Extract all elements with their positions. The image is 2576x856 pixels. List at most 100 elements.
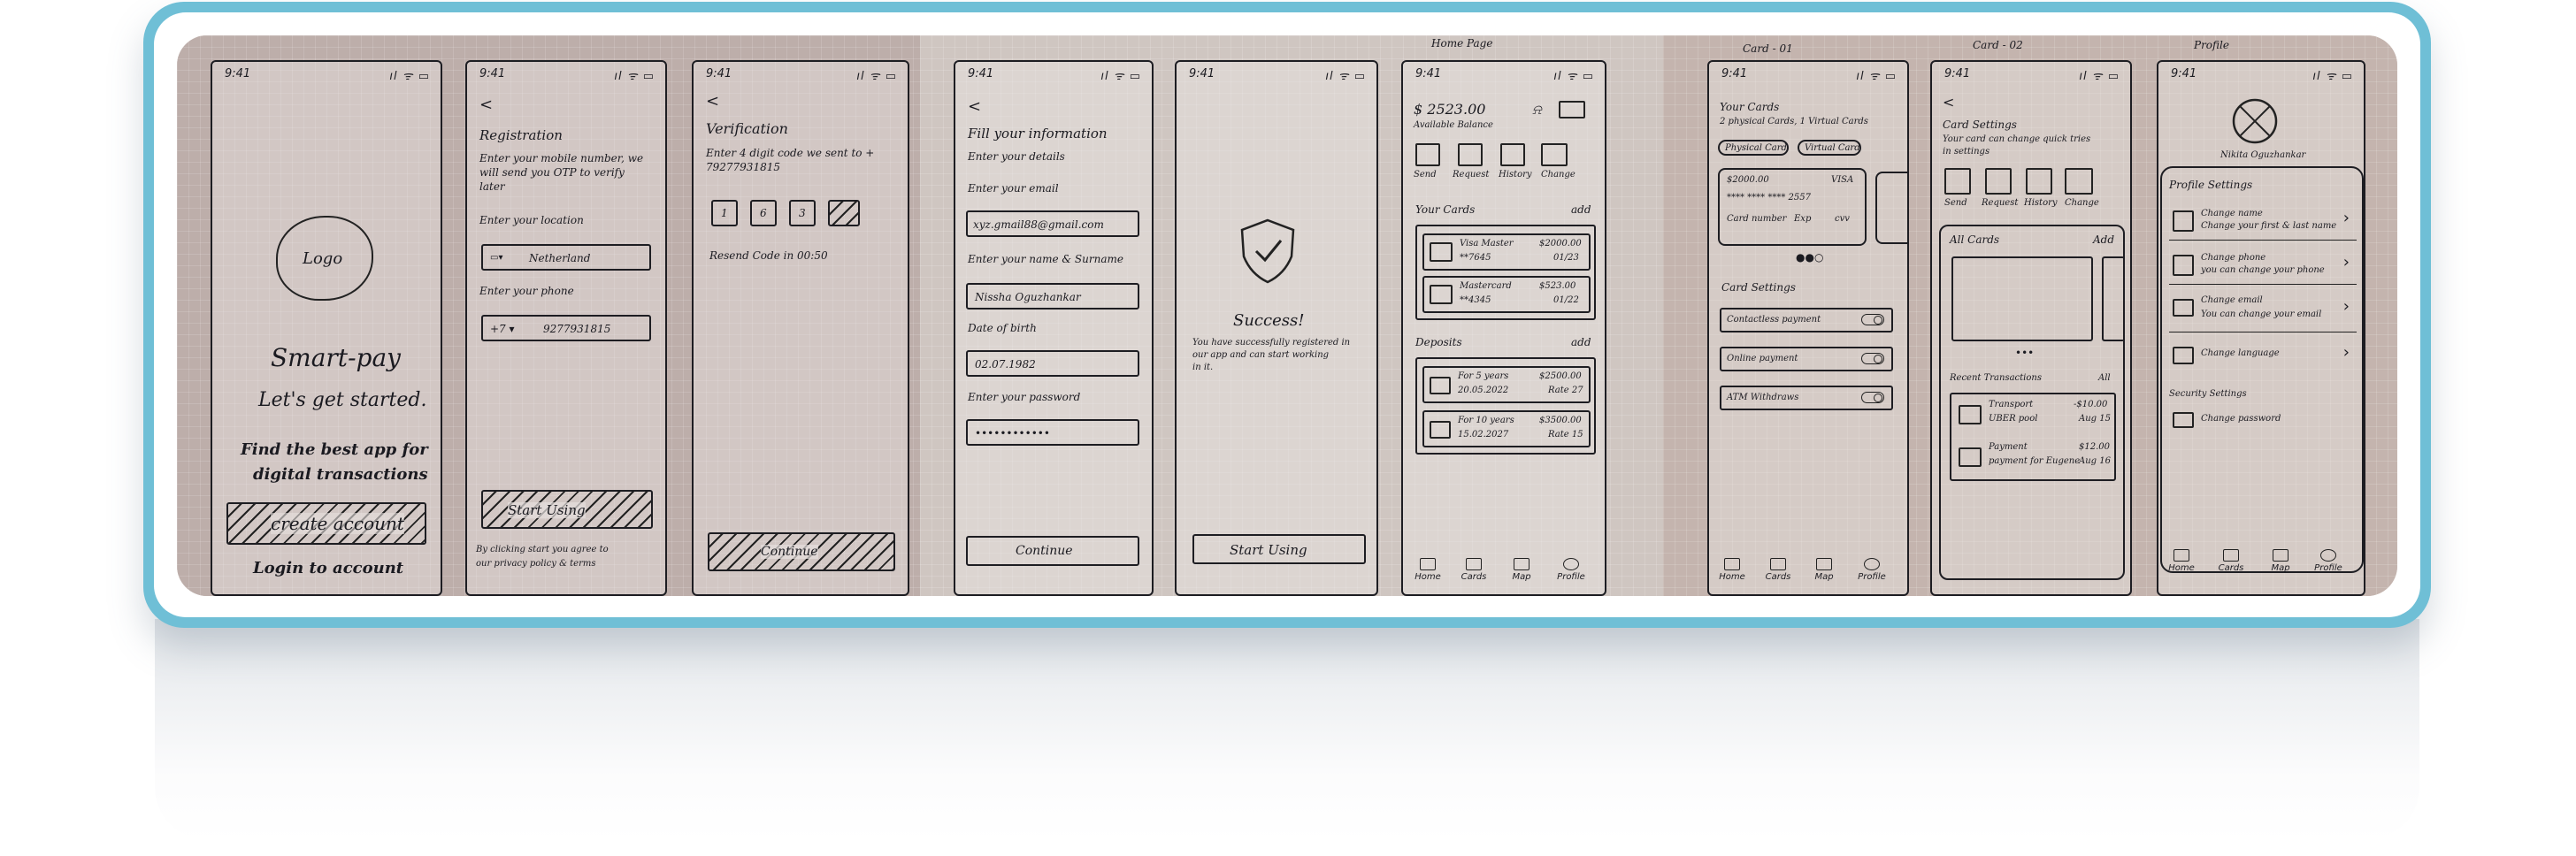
password-field[interactable]: •••••••••••• xyxy=(966,419,1139,446)
continue-button[interactable]: Continue xyxy=(708,532,895,571)
history-icon[interactable] xyxy=(1500,143,1525,166)
card-item[interactable]: Mastercard **4345 $523.00 01/22 xyxy=(1422,276,1591,313)
setting-change-language[interactable]: Change language › xyxy=(2169,341,2357,371)
tab-virtual-card[interactable]: Virtual Card xyxy=(1798,140,1861,156)
avatar[interactable] xyxy=(2231,97,2279,145)
transactions-list: Transport UBER pool -$10.00 Aug 15 Payme… xyxy=(1950,393,2116,481)
nav-home[interactable]: Home xyxy=(1714,558,1750,582)
bottom-nav: Home Cards Map Profile xyxy=(2158,538,2364,573)
deposit-date: 20.05.2022 xyxy=(1458,386,1509,395)
action-history[interactable]: History xyxy=(1499,170,1532,180)
back-button[interactable]: < xyxy=(479,96,493,114)
nav-profile[interactable]: Profile xyxy=(1553,558,1589,582)
otp-digit-1[interactable]: 1 xyxy=(711,200,738,226)
setting-change-email[interactable]: Change email You can change your email › xyxy=(2169,292,2357,332)
card-slot[interactable] xyxy=(1951,256,2093,341)
setting-label: Online payment xyxy=(1727,354,1798,363)
name-field[interactable]: Nissha Oguzhankar xyxy=(966,283,1139,310)
card-preview[interactable]: $2000.00 VISA **** **** **** 2557 Card n… xyxy=(1718,168,1867,246)
toggle-switch[interactable] xyxy=(1861,392,1884,403)
action-send[interactable]: Send xyxy=(1414,170,1437,180)
setting-change-password[interactable]: Change password xyxy=(2169,409,2357,435)
tab-physical-card[interactable]: Physical Card xyxy=(1718,140,1789,156)
nav-cards[interactable]: Cards xyxy=(1760,558,1796,582)
cards-add[interactable]: add xyxy=(1571,203,1591,216)
nav-home[interactable]: Home xyxy=(2164,549,2199,573)
nav-profile[interactable]: Profile xyxy=(1854,558,1890,582)
setting-title: Change language xyxy=(2201,348,2280,358)
page-subtitle: Enter your details xyxy=(968,150,1065,163)
nav-profile[interactable]: Profile xyxy=(2311,549,2346,573)
setting-change-name[interactable]: Change name Change your first & last nam… xyxy=(2169,203,2357,241)
success-title: Success! xyxy=(1233,311,1305,330)
status-time: 9:41 xyxy=(1944,67,1971,80)
setting-change-phone[interactable]: Change phone you can change your phone › xyxy=(2169,248,2357,285)
otp-digit-2[interactable]: 6 xyxy=(750,200,777,226)
continue-button[interactable]: Continue xyxy=(966,536,1139,566)
success-msg-line1: You have successfully registered in xyxy=(1192,338,1351,348)
back-button[interactable]: < xyxy=(968,97,981,116)
deposit-rate: Rate 27 xyxy=(1548,386,1583,395)
back-button[interactable]: < xyxy=(1943,94,1954,111)
start-using-button[interactable]: Start Using xyxy=(481,490,653,529)
nav-home[interactable]: Home xyxy=(1410,558,1445,582)
action-request[interactable]: Request xyxy=(1982,198,2018,208)
send-icon[interactable] xyxy=(1415,143,1440,166)
deposits-add[interactable]: add xyxy=(1571,336,1591,348)
request-icon[interactable] xyxy=(1985,168,2012,195)
transaction-sub: payment for Eugene xyxy=(1989,456,2081,466)
create-account-button[interactable]: create account xyxy=(226,502,426,545)
action-change[interactable]: Change xyxy=(1541,170,1576,180)
next-card-peek[interactable] xyxy=(1875,172,1907,244)
otp-digit-3[interactable]: 3 xyxy=(789,200,816,226)
status-bar: 9:41 ıl ᯤ ▭ xyxy=(225,67,430,83)
card-slot-peek[interactable] xyxy=(2102,256,2125,341)
nav-home-label: Home xyxy=(1719,572,1745,582)
card-exp: Exp xyxy=(1794,214,1812,224)
nav-cards[interactable]: Cards xyxy=(2213,549,2249,573)
card-item[interactable]: Visa Master **7645 $2000.00 01/23 xyxy=(1422,233,1591,271)
login-link[interactable]: Login to account xyxy=(253,559,403,577)
back-button[interactable]: < xyxy=(706,92,719,111)
change-icon[interactable] xyxy=(2065,168,2093,195)
status-bar: 9:41 ıl ᯤ ▭ xyxy=(1189,67,1366,83)
resend-code[interactable]: Resend Code in 00:50 xyxy=(709,249,828,262)
card-cvv: cvv xyxy=(1835,214,1850,224)
setting-contactless[interactable]: Contactless payment xyxy=(1720,308,1893,332)
action-change[interactable]: Change xyxy=(2065,198,2099,208)
bell-icon[interactable]: ⍾ xyxy=(1532,101,1542,118)
action-send[interactable]: Send xyxy=(1944,198,1967,208)
menu-icon[interactable] xyxy=(1559,101,1585,118)
nav-cards[interactable]: Cards xyxy=(1456,558,1491,582)
recent-all[interactable]: All xyxy=(2098,373,2111,383)
nav-map[interactable]: Map xyxy=(1806,558,1842,582)
request-icon[interactable] xyxy=(1458,143,1483,166)
change-icon[interactable] xyxy=(1541,143,1568,166)
setting-online[interactable]: Online payment xyxy=(1720,347,1893,371)
success-msg-line2: our app and can start working xyxy=(1192,350,1330,360)
deposit-item[interactable]: For 5 years 20.05.2022 $2500.00 Rate 27 xyxy=(1422,366,1591,403)
email-field[interactable]: xyz.gmail88@gmail.com xyxy=(966,210,1139,237)
wireframe-photo-strip: Home Page Card - 01 Card - 02 Profile 9:… xyxy=(177,35,2397,596)
profile-icon xyxy=(1864,558,1880,570)
status-time: 9:41 xyxy=(706,67,732,80)
nav-map[interactable]: Map xyxy=(2263,549,2298,573)
location-select[interactable]: ▭▾ Netherland xyxy=(481,244,651,271)
toggle-switch[interactable] xyxy=(1861,353,1884,364)
deposit-item[interactable]: For 10 years 15.02.2027 $3500.00 Rate 15 xyxy=(1422,410,1591,447)
terms-line2[interactable]: our privacy policy & terms xyxy=(476,559,596,569)
action-request[interactable]: Request xyxy=(1453,170,1489,180)
card-holder: Card number xyxy=(1727,214,1787,224)
send-icon[interactable] xyxy=(1944,168,1971,195)
setting-atm[interactable]: ATM Withdraws xyxy=(1720,386,1893,410)
dob-field[interactable]: 02.07.1982 xyxy=(966,350,1139,377)
all-cards-add[interactable]: Add xyxy=(2093,233,2114,246)
status-icons: ıl ᯤ ▭ xyxy=(2079,70,2120,83)
nav-map[interactable]: Map xyxy=(1504,558,1539,582)
otp-digit-4[interactable] xyxy=(828,200,860,226)
toggle-switch[interactable] xyxy=(1861,314,1884,325)
history-icon[interactable] xyxy=(2026,168,2052,195)
action-history[interactable]: History xyxy=(2024,198,2058,208)
start-using-button[interactable]: Start Using xyxy=(1192,534,1366,564)
phone-input[interactable]: +7 ▾ 9277931815 xyxy=(481,315,651,341)
